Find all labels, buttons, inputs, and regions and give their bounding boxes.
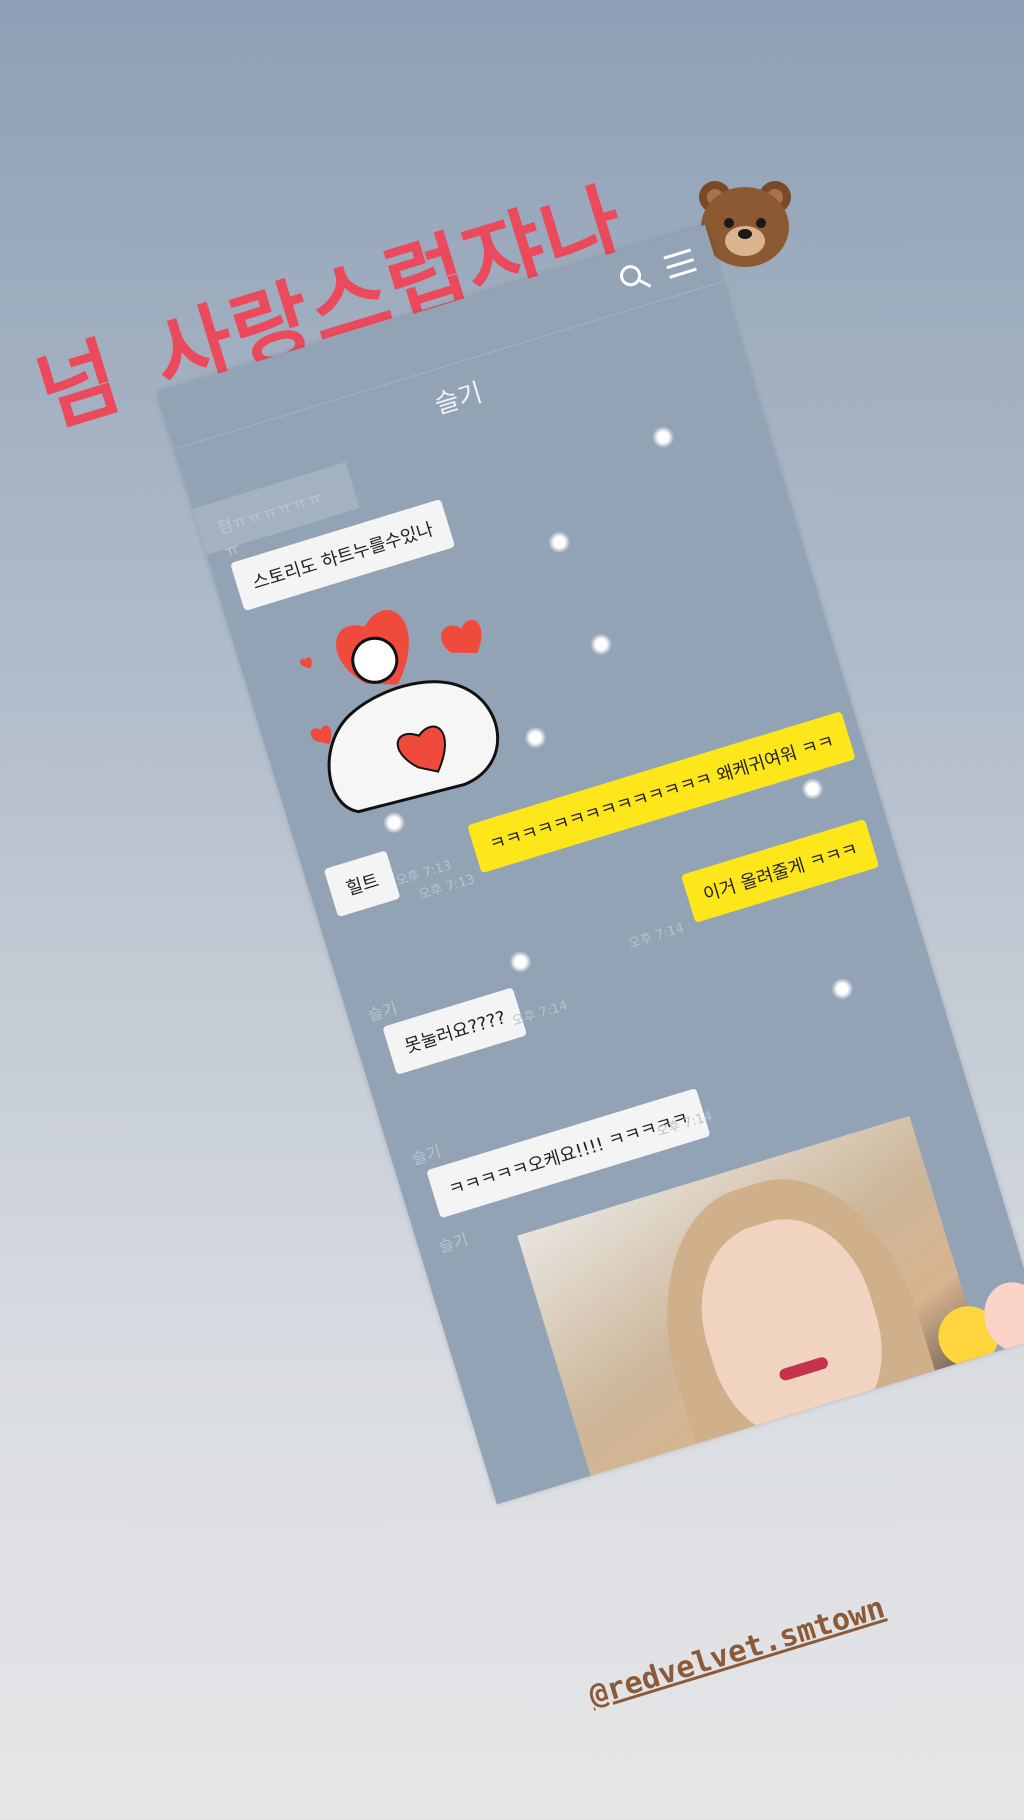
message-bubble: 힐트 (323, 850, 401, 918)
caption-word: 넘 (26, 326, 133, 446)
photo-message[interactable] (517, 1115, 1024, 1505)
my-message-bubble: 이거 올려줄게 ㅋㅋㅋ (680, 818, 880, 923)
message-bubble: 못눌러요???? (382, 987, 528, 1075)
mention-sticker[interactable]: @redvelvet.smtown (585, 1590, 889, 1713)
search-icon[interactable] (613, 257, 655, 298)
menu-icon[interactable] (659, 243, 701, 284)
chat-screenshot: 슬기 첨ㅠㅠㅠㅠㅠㅠㅠ 스토리도 하트누를수있나 힐트 오후 7:13 ㅋㅋㅋㅋ… (156, 224, 1024, 1505)
sender-name: 슬기 (436, 1229, 471, 1257)
timestamp: 오후 7:14 (510, 998, 570, 1030)
timestamp: 오후 7:14 (626, 920, 687, 953)
sender-name: 슬기 (365, 998, 400, 1026)
sender-name: 슬기 (409, 1141, 444, 1169)
